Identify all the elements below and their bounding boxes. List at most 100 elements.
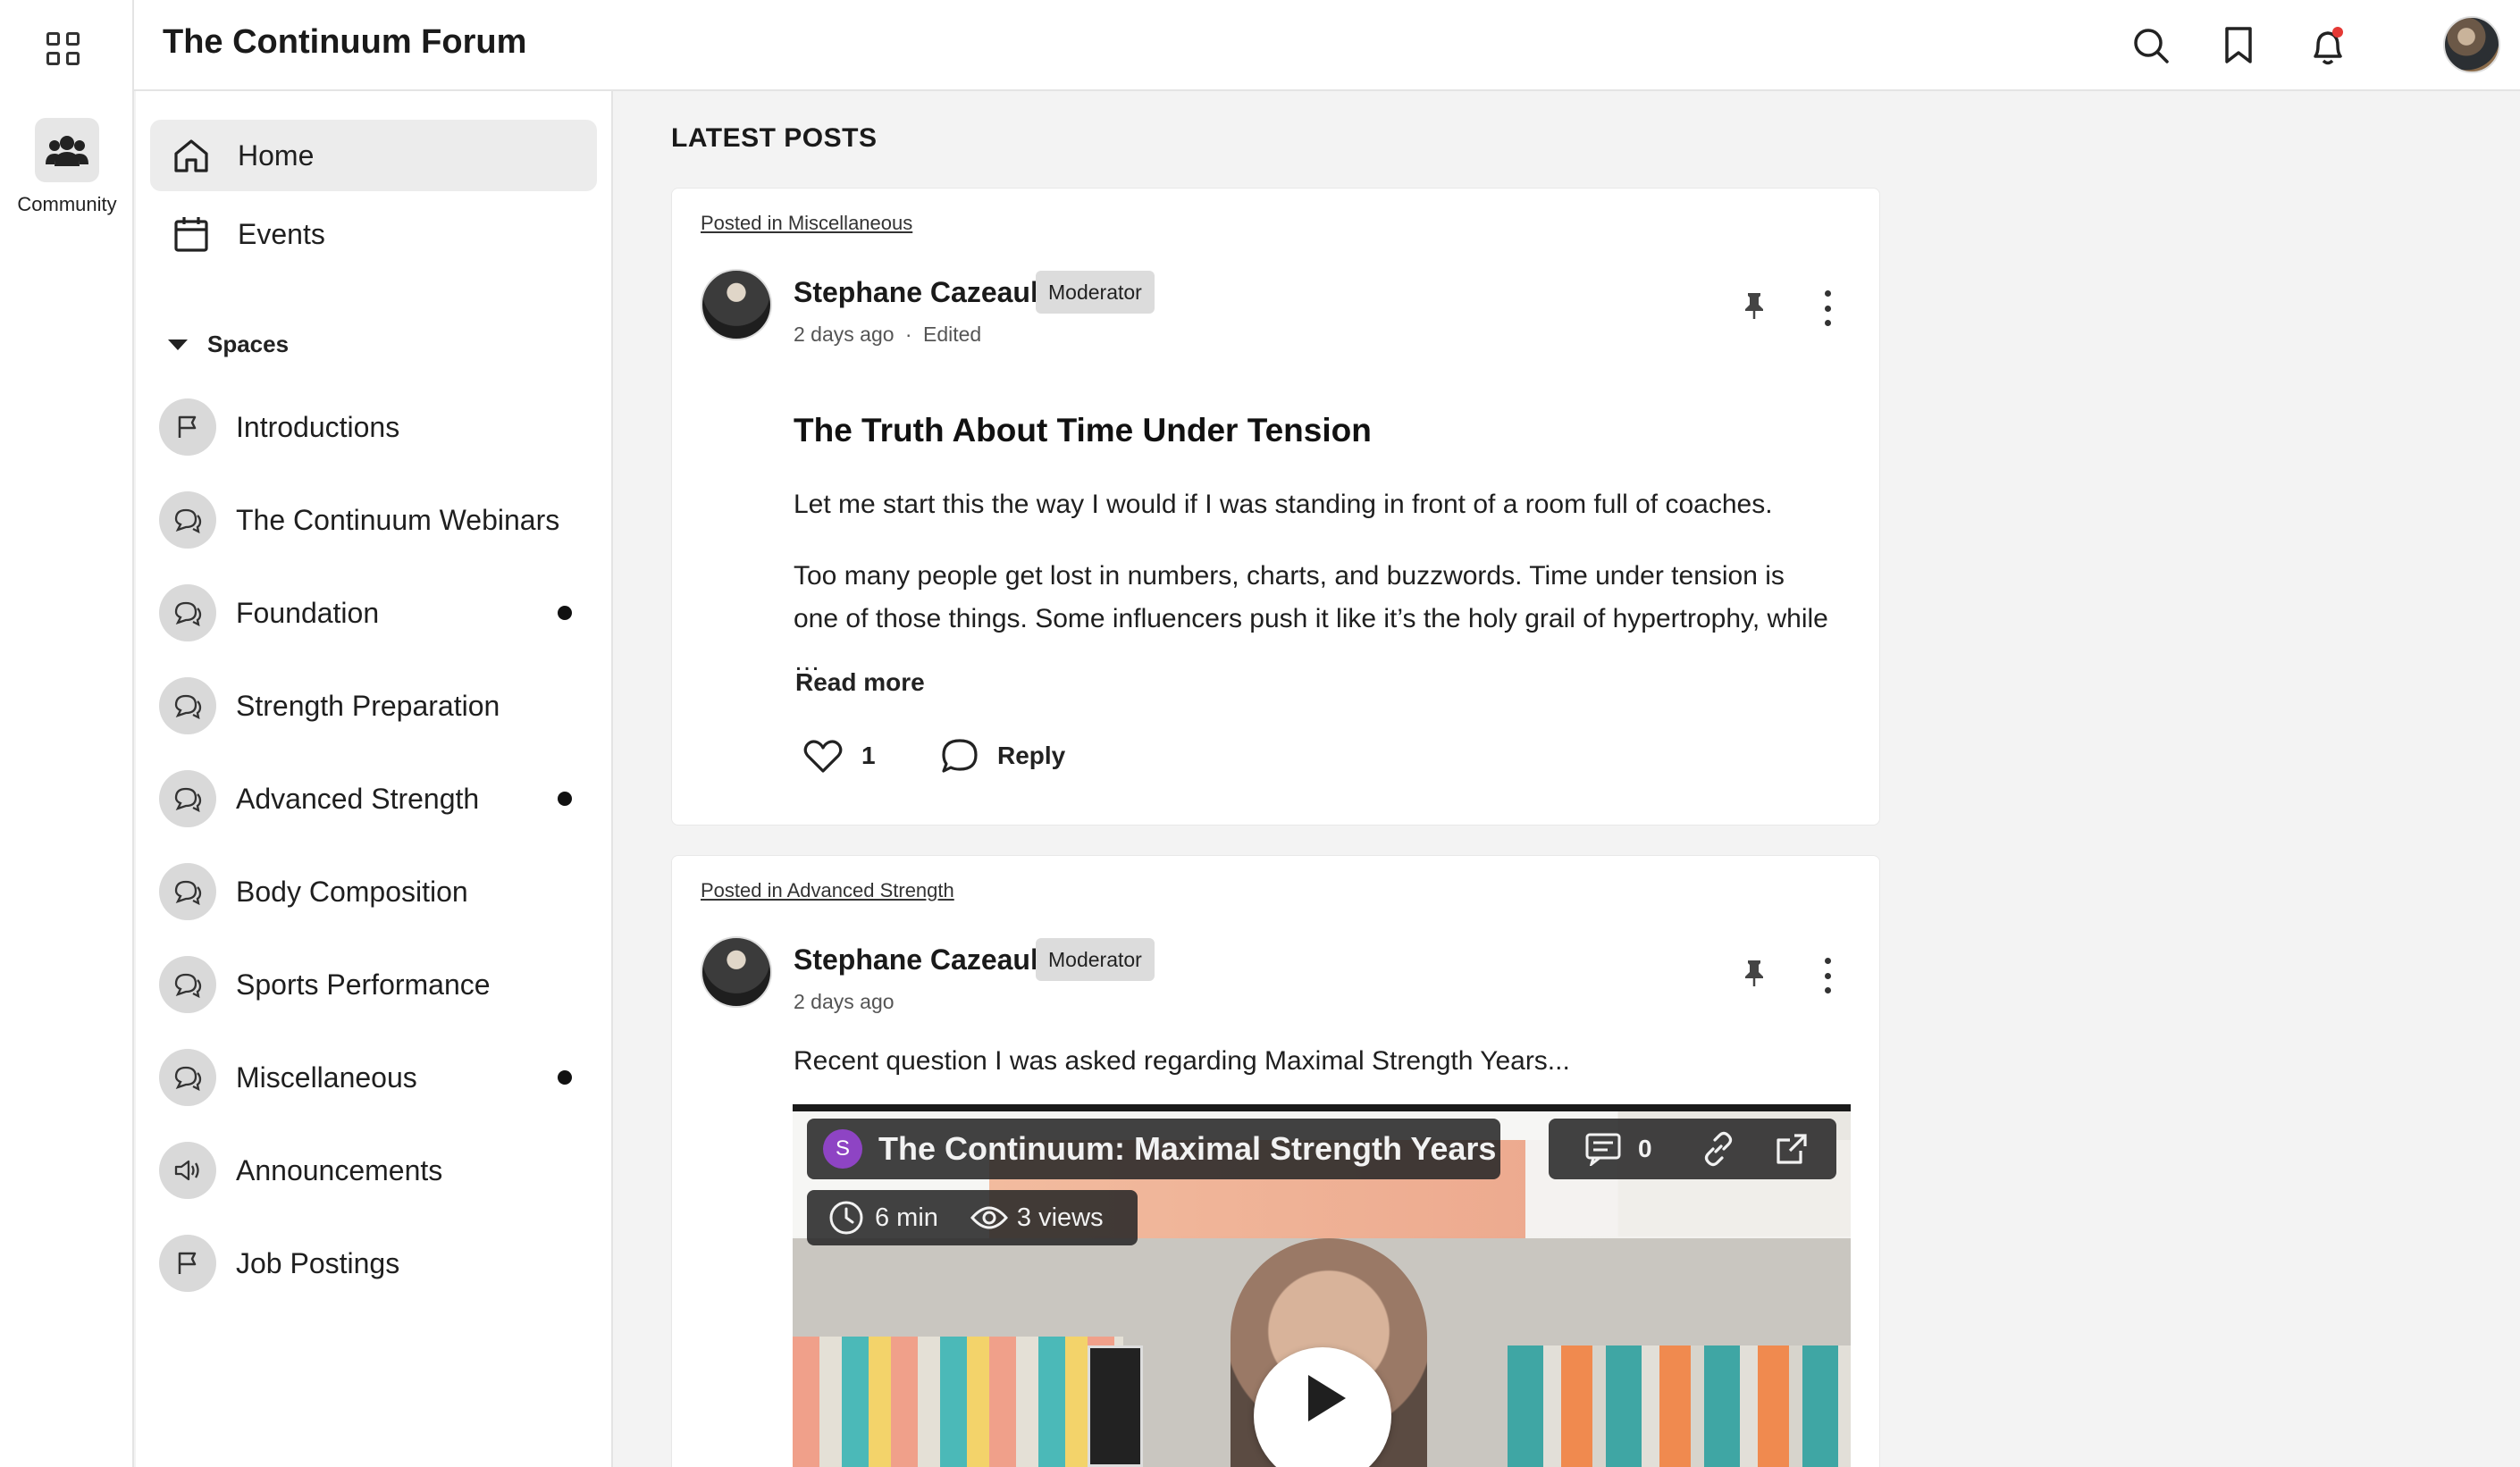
link-icon[interactable] <box>1701 1131 1736 1167</box>
unread-dot <box>558 1070 572 1085</box>
home-icon <box>172 136 211 175</box>
space-label: Introductions <box>236 410 400 443</box>
caret-down-icon <box>168 339 188 350</box>
nav-events[interactable]: Events <box>150 198 597 270</box>
post-time: 2 days ago <box>794 323 895 346</box>
author-avatar[interactable] <box>701 936 772 1008</box>
video-title: The Continuum: Maximal Strength Years <box>878 1130 1497 1167</box>
eye-icon <box>970 1206 1008 1229</box>
post-body: Recent question I was asked regarding Ma… <box>794 1046 1570 1076</box>
post-time: 2 days ago <box>794 990 895 1013</box>
space-label: Job Postings <box>236 1246 400 1279</box>
channel-avatar: S <box>823 1129 862 1169</box>
nav-events-label: Events <box>238 217 325 250</box>
sidebar: Home Events Spaces Introductions The Con… <box>136 91 613 1467</box>
pin-icon[interactable] <box>1741 290 1773 323</box>
calendar-icon <box>172 214 211 254</box>
space-label: Body Composition <box>236 875 468 908</box>
video-sign <box>1088 1345 1143 1467</box>
chat-icon <box>159 491 216 549</box>
space-item-foundation[interactable]: Foundation <box>159 579 597 647</box>
bookmark-icon[interactable] <box>2216 23 2261 68</box>
video-comment-count: 0 <box>1638 1135 1652 1162</box>
space-label: Sports Performance <box>236 968 491 1001</box>
posted-in-link[interactable]: Posted in Advanced Strength <box>701 879 954 902</box>
community-icon <box>35 118 99 182</box>
post-paragraph: Too many people get lost in numbers, cha… <box>794 561 1828 676</box>
space-item-job-postings[interactable]: Job Postings <box>159 1229 597 1297</box>
more-options-icon[interactable] <box>1814 290 1841 326</box>
chat-icon <box>159 956 216 1013</box>
app-rail: Community <box>0 0 134 1467</box>
video-clothing-rack <box>1508 1345 1851 1467</box>
nav-home-label: Home <box>238 138 315 172</box>
megaphone-icon <box>159 1142 216 1199</box>
author-name[interactable]: Stephane Cazeault <box>794 276 1048 309</box>
space-item-sports-performance[interactable]: Sports Performance <box>159 951 597 1019</box>
pin-icon[interactable] <box>1741 958 1773 990</box>
space-item-miscellaneous[interactable]: Miscellaneous <box>159 1044 597 1111</box>
comments-icon[interactable] <box>1584 1132 1622 1166</box>
user-avatar[interactable] <box>2443 16 2500 73</box>
chat-icon <box>159 584 216 641</box>
video-clothing-rack <box>793 1337 1123 1467</box>
more-options-icon[interactable] <box>1814 958 1841 993</box>
forum-title[interactable]: The Continuum Forum <box>163 23 526 62</box>
post-paragraph: Let me start this the way I would if I w… <box>794 490 1773 519</box>
video-toolbar: 0 <box>1549 1119 1836 1179</box>
author-name[interactable]: Stephane Cazeault <box>794 943 1048 977</box>
latest-posts-heading: LATEST POSTS <box>671 123 878 153</box>
moderator-badge: Moderator <box>1036 938 1155 981</box>
search-icon[interactable] <box>2129 23 2173 68</box>
post-card: Posted in Miscellaneous Stephane Cazeaul… <box>671 188 1880 826</box>
heart-icon <box>803 740 843 773</box>
space-item-introductions[interactable]: Introductions <box>159 393 597 461</box>
meta-separator: · <box>904 323 912 346</box>
read-more-link[interactable]: Read more <box>795 668 925 697</box>
space-item-announcements[interactable]: Announcements <box>159 1136 597 1204</box>
edited-label: Edited <box>922 323 982 346</box>
video-embed[interactable]: S The Continuum: Maximal Strength Years … <box>793 1104 1851 1467</box>
chat-icon <box>159 1049 216 1106</box>
post-title[interactable]: The Truth About Time Under Tension <box>794 412 1372 449</box>
flag-icon <box>159 1235 216 1292</box>
chat-icon <box>159 677 216 734</box>
moderator-badge: Moderator <box>1036 271 1155 314</box>
notification-bell-icon[interactable] <box>2306 23 2350 68</box>
comment-icon <box>942 739 978 773</box>
chat-icon <box>159 863 216 920</box>
space-label: The Continuum Webinars <box>236 503 560 536</box>
play-icon <box>1308 1375 1346 1421</box>
space-item-webinars[interactable]: The Continuum Webinars <box>159 486 597 554</box>
post-meta: 2 days ago · Edited <box>794 323 981 347</box>
community-switcher[interactable]: Community <box>0 118 134 216</box>
community-label: Community <box>17 193 117 215</box>
video-stats: 6 min 3 views <box>807 1190 1138 1245</box>
top-header: The Continuum Forum <box>134 0 2520 91</box>
space-item-body-composition[interactable]: Body Composition <box>159 858 597 926</box>
space-label: Announcements <box>236 1153 443 1186</box>
space-label: Foundation <box>236 596 380 629</box>
reply-button[interactable]: Reply <box>940 737 1065 775</box>
space-label: Strength Preparation <box>236 689 500 722</box>
spaces-toggle[interactable]: Spaces <box>168 331 289 358</box>
video-duration: 6 min <box>875 1203 938 1232</box>
video-views: 3 views <box>1016 1203 1104 1232</box>
video-title-bar[interactable]: S The Continuum: Maximal Strength Years <box>807 1119 1500 1179</box>
space-item-strength-preparation[interactable]: Strength Preparation <box>159 672 597 740</box>
clock-icon <box>829 1201 863 1235</box>
spaces-label: Spaces <box>207 331 290 357</box>
chat-icon <box>159 770 216 827</box>
space-item-advanced-strength[interactable]: Advanced Strength <box>159 765 597 833</box>
space-label: Miscellaneous <box>236 1060 417 1094</box>
nav-home[interactable]: Home <box>150 120 597 191</box>
unread-dot <box>558 792 572 806</box>
flag-icon <box>159 398 216 456</box>
apps-grid-icon[interactable] <box>46 32 82 68</box>
external-link-icon[interactable] <box>1774 1131 1810 1167</box>
like-button[interactable]: 1 <box>802 737 876 775</box>
unread-dot <box>558 606 572 620</box>
space-label: Advanced Strength <box>236 782 480 815</box>
author-avatar[interactable] <box>701 269 772 340</box>
posted-in-link[interactable]: Posted in Miscellaneous <box>701 212 912 235</box>
